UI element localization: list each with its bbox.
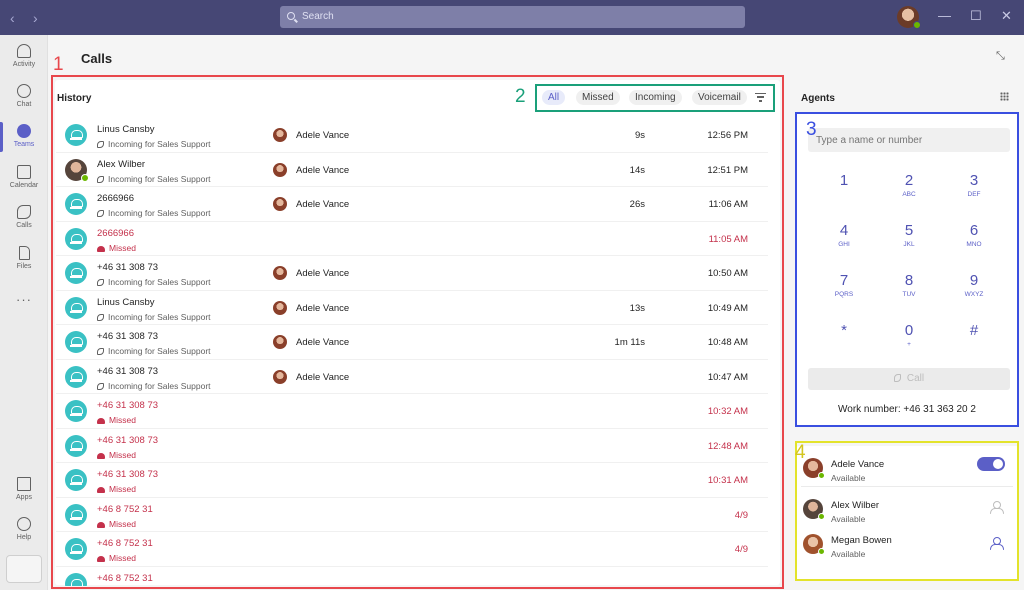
annotation-label-1: 1 — [53, 54, 64, 75]
maximize-button[interactable]: ☐ — [970, 9, 982, 23]
rail-item-calls[interactable]: Calls — [0, 205, 48, 229]
presence-available-icon — [81, 173, 89, 182]
bell-icon — [17, 44, 31, 58]
annotation-label-3: 3 — [806, 119, 817, 140]
page-title: Calls — [81, 51, 113, 66]
title-bar: ‹ › Search — ☐ ✕ — [0, 0, 1024, 35]
device-button[interactable] — [6, 555, 42, 583]
minimize-button[interactable]: — — [938, 9, 951, 23]
rail-item-teams[interactable]: Teams — [0, 122, 48, 152]
annotation-box-3 — [795, 112, 1019, 427]
calendar-icon — [17, 165, 31, 179]
rail-label: Apps — [16, 494, 32, 501]
rail-item-calendar[interactable]: Calendar — [0, 165, 48, 189]
rail-label: Files — [16, 263, 32, 270]
close-button[interactable]: ✕ — [1001, 9, 1012, 23]
profile-avatar[interactable] — [897, 6, 921, 29]
agents-title: Agents — [801, 93, 835, 104]
rail-label: Chat — [16, 101, 32, 108]
search-placeholder: Search — [302, 11, 334, 22]
rail-item-help[interactable]: Help — [0, 517, 48, 541]
app-rail: Activity Chat Teams Calendar Calls Files… — [0, 35, 48, 590]
search-icon — [287, 12, 295, 20]
annotation-box-1 — [51, 75, 784, 589]
collapse-icon[interactable]: ⤡ — [996, 50, 1010, 64]
back-arrow-icon[interactable]: ‹ — [10, 10, 15, 26]
help-icon — [17, 517, 31, 531]
rail-item-activity[interactable]: Activity — [0, 44, 48, 68]
more-apps-icon[interactable]: ··· — [0, 292, 48, 307]
presence-available-icon — [913, 21, 921, 29]
search-input[interactable]: Search — [280, 6, 745, 28]
annotation-label-2: 2 — [515, 86, 526, 107]
files-icon — [18, 246, 30, 260]
chat-icon — [17, 84, 31, 98]
grid-icon[interactable] — [1000, 92, 1009, 101]
teams-icon — [17, 124, 31, 138]
annotation-box-4 — [795, 441, 1019, 581]
rail-label: Activity — [12, 61, 36, 68]
rail-label: Calendar — [9, 182, 39, 189]
rail-item-apps[interactable]: Apps — [0, 477, 48, 501]
annotation-box-2 — [535, 84, 775, 112]
calls-icon — [17, 205, 31, 219]
rail-item-files[interactable]: Files — [0, 246, 48, 270]
forward-arrow-icon[interactable]: › — [33, 10, 38, 26]
rail-item-chat[interactable]: Chat — [0, 84, 48, 108]
rail-label: Help — [16, 534, 32, 541]
apps-icon — [17, 477, 31, 491]
rail-label: Calls — [16, 222, 32, 229]
rail-label: Teams — [13, 141, 35, 148]
annotation-label-4: 4 — [795, 442, 806, 463]
